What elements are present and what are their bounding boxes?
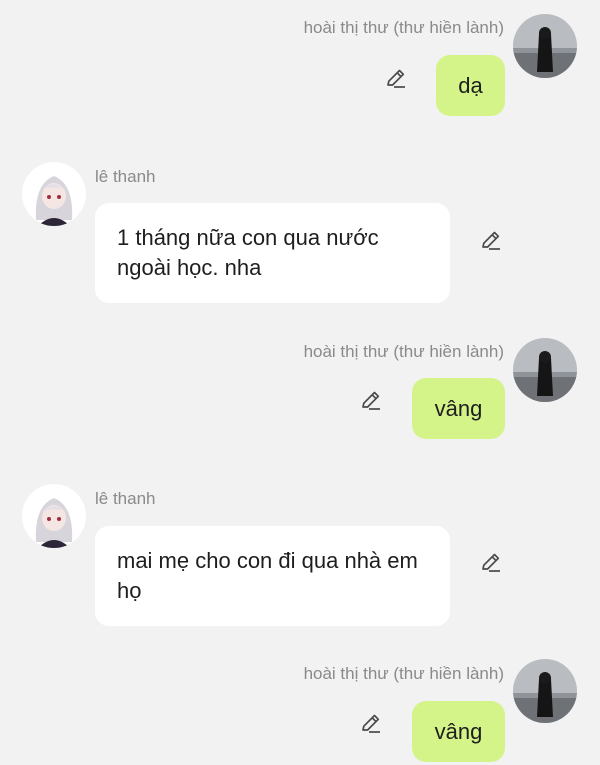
message-outgoing: hoài thị thư (thư hiền lành) vâng — [0, 330, 600, 450]
message-incoming: lê thanh mai mẹ cho con đi qua nhà em họ — [0, 472, 600, 632]
sender-name: hoài thị thư (thư hiền lành) — [303, 342, 504, 361]
message-bubble[interactable]: dạ — [436, 55, 505, 116]
pencil-icon[interactable] — [479, 550, 503, 574]
message-bubble[interactable]: vâng — [412, 701, 505, 762]
pencil-icon[interactable] — [384, 66, 408, 90]
chat-thread: hoài thị thư (thư hiền lành) dạ lê thanh… — [0, 0, 600, 765]
pencil-icon[interactable] — [479, 228, 503, 252]
sender-name: lê thanh — [95, 167, 156, 186]
avatar[interactable] — [513, 659, 577, 723]
avatar-dark-hair-girl-icon — [513, 14, 577, 78]
message-incoming: lê thanh 1 tháng nữa con qua nước ngoài … — [0, 150, 600, 310]
avatar-anime-white-hair-girl-icon — [22, 162, 86, 226]
message-bubble[interactable]: mai mẹ cho con đi qua nhà em họ — [95, 526, 450, 626]
sender-name: hoài thị thư (thư hiền lành) — [303, 664, 504, 683]
avatar-dark-hair-girl-icon — [513, 338, 577, 402]
sender-name: lê thanh — [95, 489, 156, 508]
avatar[interactable] — [513, 338, 577, 402]
pencil-icon[interactable] — [359, 388, 383, 412]
message-outgoing: hoài thị thư (thư hiền lành) dạ — [0, 0, 600, 130]
message-bubble[interactable]: 1 tháng nữa con qua nước ngoài học. nha — [95, 203, 450, 303]
avatar-dark-hair-girl-icon — [513, 659, 577, 723]
avatar-anime-white-hair-girl-icon — [22, 484, 86, 548]
avatar[interactable] — [22, 162, 86, 226]
avatar[interactable] — [513, 14, 577, 78]
sender-name: hoài thị thư (thư hiền lành) — [303, 18, 504, 37]
message-outgoing: hoài thị thư (thư hiền lành) vâng — [0, 652, 600, 765]
pencil-icon[interactable] — [359, 711, 383, 735]
message-bubble[interactable]: vâng — [412, 378, 505, 439]
avatar[interactable] — [22, 484, 86, 548]
